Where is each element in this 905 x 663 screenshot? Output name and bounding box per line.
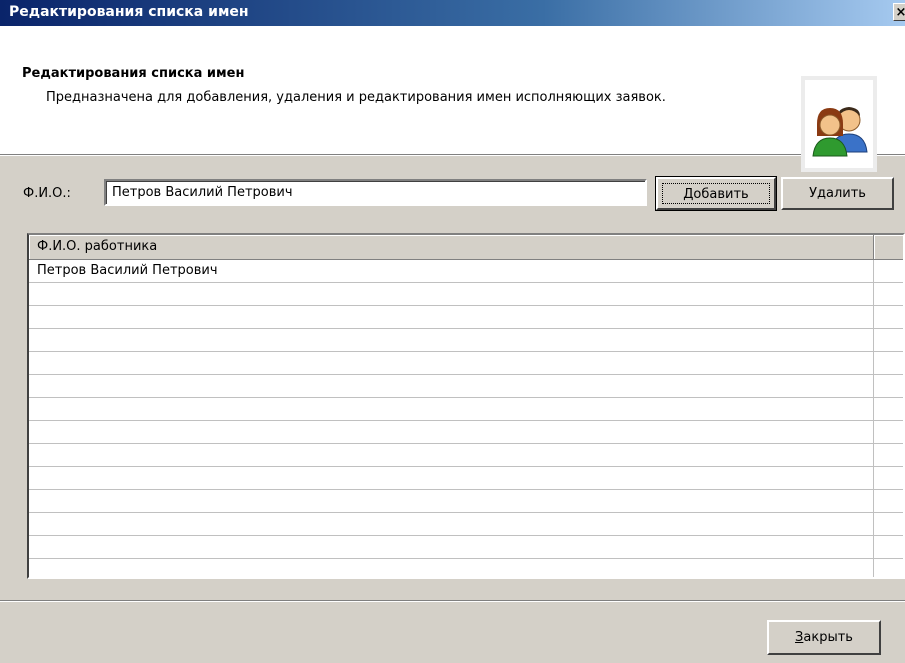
table-row[interactable]	[29, 398, 903, 421]
table-cell	[29, 467, 874, 489]
close-window-button[interactable]: ×	[893, 3, 905, 21]
table-row[interactable]	[29, 444, 903, 467]
table-cell	[29, 306, 874, 328]
table-cell	[29, 283, 874, 305]
table-cell	[29, 398, 874, 420]
table-row[interactable]	[29, 283, 903, 306]
column-header-empty	[874, 235, 903, 259]
table-body: Петров Василий Петрович	[29, 260, 903, 577]
table-row[interactable]: Петров Василий Петрович	[29, 260, 903, 283]
table-row[interactable]	[29, 329, 903, 352]
header-panel: Редактирования списка имен Предназначена…	[0, 26, 905, 172]
names-table[interactable]: Ф.И.О. работника Петров Василий Петрович	[27, 233, 905, 579]
table-cell	[29, 329, 874, 351]
close-button[interactable]: Закрыть	[767, 620, 881, 655]
table-row[interactable]	[29, 559, 903, 577]
table-cell	[29, 490, 874, 512]
table-header: Ф.И.О. работника	[29, 235, 903, 260]
header-description: Предназначена для добавления, удаления и…	[46, 90, 666, 105]
table-cell	[29, 559, 874, 577]
users-icon	[801, 76, 877, 172]
table-row[interactable]	[29, 352, 903, 375]
table-cell	[29, 375, 874, 397]
table-row[interactable]	[29, 306, 903, 329]
close-icon: ×	[895, 5, 905, 20]
fio-input[interactable]	[104, 179, 647, 206]
delete-button[interactable]: Удалить	[781, 177, 894, 210]
table-row[interactable]	[29, 375, 903, 398]
table-cell	[29, 352, 874, 374]
add-button-label: Добавить	[662, 183, 770, 204]
add-button[interactable]: Добавить	[655, 176, 777, 211]
column-header-fio[interactable]: Ф.И.О. работника	[29, 235, 874, 259]
title-bar[interactable]: Редактирования списка имен ×	[0, 0, 905, 26]
footer-separator	[0, 600, 905, 602]
table-cell: Петров Василий Петрович	[29, 260, 874, 282]
table-row[interactable]	[29, 513, 903, 536]
table-cell	[29, 444, 874, 466]
header-title: Редактирования списка имен	[22, 66, 245, 81]
users-icon-graphic	[812, 107, 868, 157]
fio-label: Ф.И.О.:	[23, 186, 71, 201]
close-button-label: акрыть	[803, 630, 853, 645]
window-title: Редактирования списка имен	[9, 4, 249, 20]
table-row[interactable]	[29, 421, 903, 444]
table-row[interactable]	[29, 536, 903, 559]
table-cell	[29, 536, 874, 558]
table-cell	[29, 513, 874, 535]
table-cell	[29, 421, 874, 443]
table-row[interactable]	[29, 490, 903, 513]
table-row[interactable]	[29, 467, 903, 490]
